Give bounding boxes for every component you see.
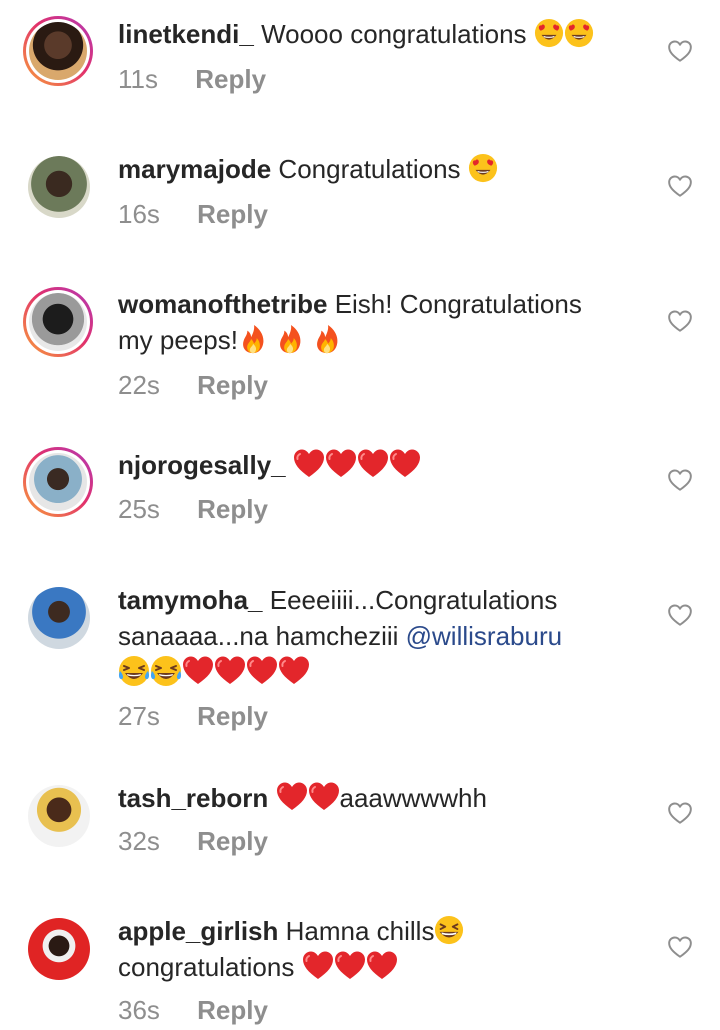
like-heart-icon[interactable]	[667, 467, 693, 493]
face-with-tears-of-joy-emoji	[118, 655, 150, 687]
red-heart-emoji	[246, 655, 278, 687]
comment-time: 16s	[118, 199, 160, 229]
comment-username[interactable]: njorogesally_	[118, 450, 286, 480]
comment-time: 22s	[118, 370, 160, 400]
red-heart-emoji	[276, 781, 308, 813]
avatar[interactable]	[23, 447, 93, 517]
reply-button[interactable]: Reply	[197, 701, 268, 731]
comment-text: Congratulations	[278, 154, 461, 184]
comment-text: Eish! Congratulations	[334, 289, 582, 319]
like-heart-icon[interactable]	[667, 934, 693, 960]
mention-link[interactable]: @willisraburu	[406, 621, 562, 651]
reply-button[interactable]: Reply	[197, 995, 268, 1025]
comment-time: 27s	[118, 701, 160, 731]
face-with-tears-of-joy-emoji	[150, 655, 182, 687]
like-heart-icon[interactable]	[667, 308, 693, 334]
comment-text-continued: sanaaaa...na hamcheziii	[118, 621, 399, 651]
red-heart-emoji	[293, 448, 325, 480]
comment-text-continued: my peeps!	[118, 325, 238, 355]
fire-emoji	[275, 324, 305, 354]
avatar[interactable]	[23, 287, 93, 357]
fire-emoji	[312, 324, 342, 354]
heart-eyes-emoji	[564, 18, 594, 48]
red-heart-emoji	[308, 781, 340, 813]
comment-text: Woooo congratulations	[261, 19, 527, 49]
red-heart-emoji	[357, 448, 389, 480]
grinning-squinting-face-emoji	[434, 915, 464, 945]
comment-time: 25s	[118, 494, 160, 524]
avatar[interactable]	[28, 918, 90, 980]
comment-username[interactable]: womanofthetribe	[118, 289, 327, 319]
reply-button[interactable]: Reply	[195, 64, 266, 94]
reply-button[interactable]: Reply	[197, 199, 268, 229]
like-heart-icon[interactable]	[667, 38, 693, 64]
reply-button[interactable]: Reply	[197, 494, 268, 524]
comment-username[interactable]: linetkendi_	[118, 19, 254, 49]
red-heart-emoji	[214, 655, 246, 687]
avatar[interactable]	[28, 785, 90, 847]
comment-time: 36s	[118, 995, 160, 1025]
avatar[interactable]	[28, 587, 90, 649]
reply-button[interactable]: Reply	[197, 826, 268, 856]
red-heart-emoji	[325, 448, 357, 480]
red-heart-emoji	[278, 655, 310, 687]
comment-username[interactable]: apple_girlish	[118, 916, 278, 946]
avatar[interactable]	[23, 16, 93, 86]
like-heart-icon[interactable]	[667, 173, 693, 199]
red-heart-emoji	[334, 950, 366, 982]
comment-time: 32s	[118, 826, 160, 856]
heart-eyes-emoji	[534, 18, 564, 48]
fire-emoji	[238, 324, 268, 354]
red-heart-emoji	[182, 655, 214, 687]
comment-time: 11s	[118, 64, 158, 94]
comment-username[interactable]: tash_reborn	[118, 783, 268, 813]
comment-username[interactable]: marymajode	[118, 154, 271, 184]
comment-text: Hamna chills	[285, 916, 435, 946]
comment-username[interactable]: tamymoha_	[118, 585, 263, 615]
heart-eyes-emoji	[468, 153, 498, 183]
red-heart-emoji	[389, 448, 421, 480]
like-heart-icon[interactable]	[667, 602, 693, 628]
comment-text: Eeeeiiii...Congratulations	[269, 585, 558, 615]
reply-button[interactable]: Reply	[197, 370, 268, 400]
comment-text: aaawwwwhh	[339, 783, 487, 813]
avatar[interactable]	[28, 156, 90, 218]
like-heart-icon[interactable]	[667, 800, 693, 826]
comment-text-continued: congratulations	[118, 952, 295, 982]
red-heart-emoji	[302, 950, 334, 982]
red-heart-emoji	[366, 950, 398, 982]
